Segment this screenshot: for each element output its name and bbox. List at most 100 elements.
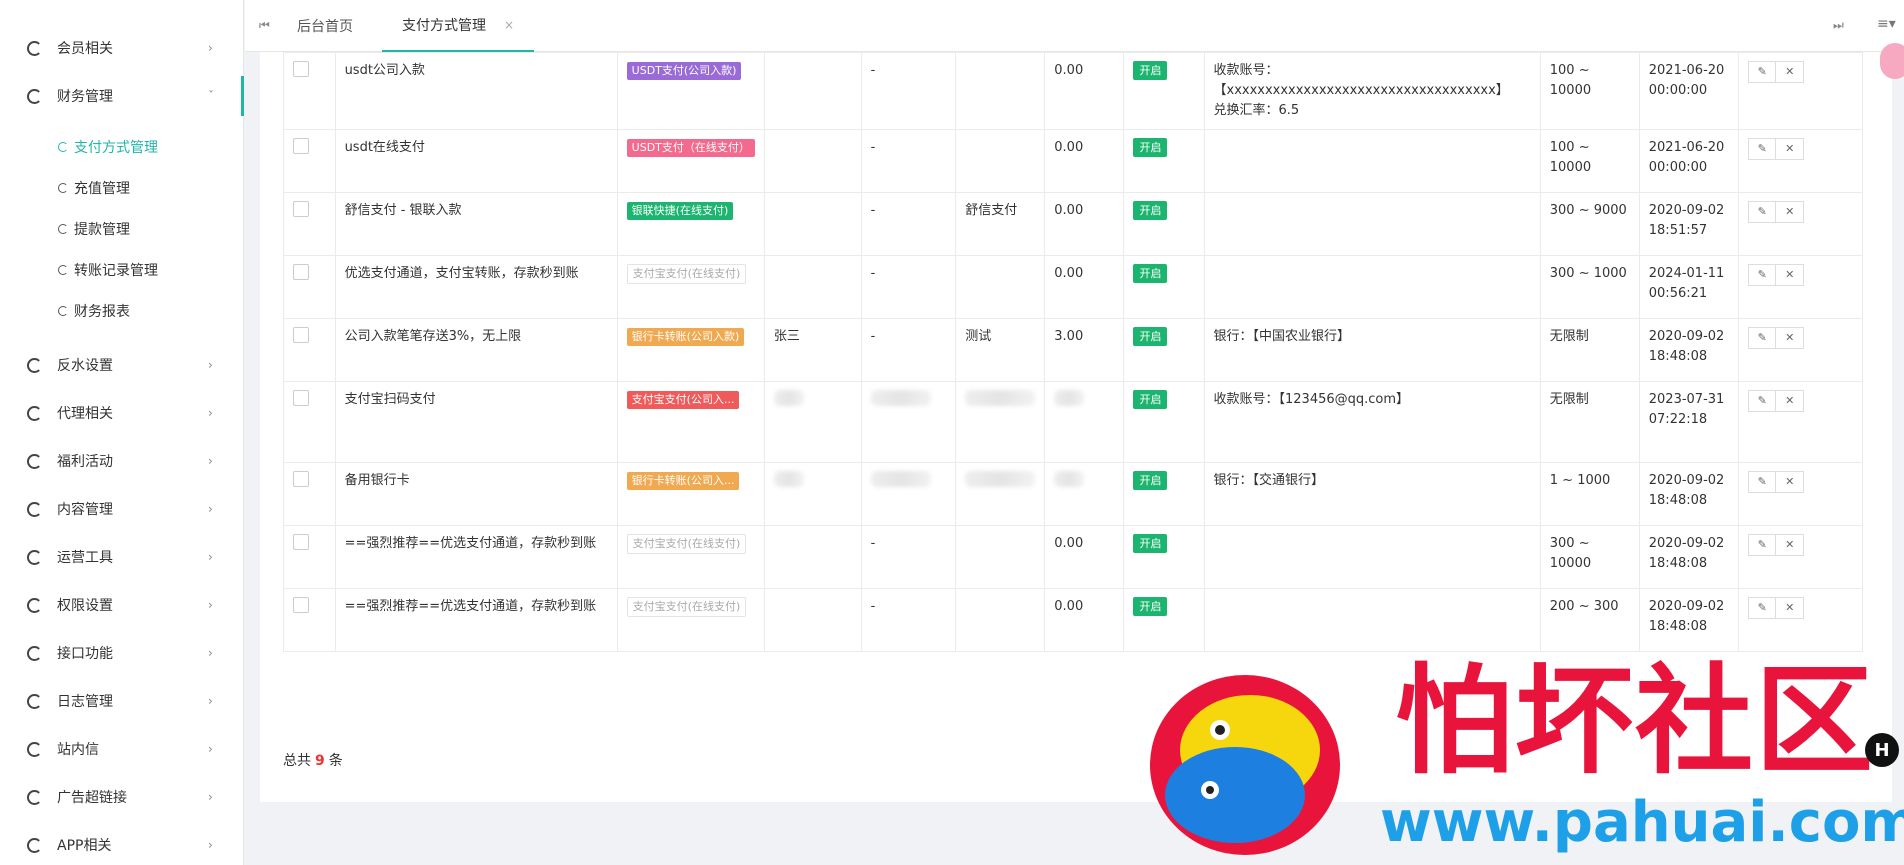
row-checkbox[interactable] — [293, 201, 309, 217]
sidebar-subitem-label: 充值管理 — [74, 181, 130, 197]
table-cell: ✎ ✕ — [1738, 52, 1863, 130]
row-actions: ✎ ✕ — [1748, 471, 1853, 493]
sidebar-subitem[interactable]: 充值管理 — [58, 173, 130, 203]
edit-button[interactable]: ✎ — [1748, 327, 1777, 349]
table-cell — [860, 381, 957, 463]
row-actions: ✎ ✕ — [1748, 534, 1853, 556]
table-cell: 2020-09-02 18:51:57 — [1638, 192, 1740, 256]
tab-menu-icon[interactable]: ≡▾ — [1877, 16, 1896, 32]
status-badge[interactable]: 开启 — [1133, 327, 1168, 346]
total-suffix: 条 — [328, 753, 343, 769]
table-row: 备用银行卡 银行卡转账(公司入... 开启 银行：【交通银行】 1 ~ 1000 2020… — [283, 462, 1863, 526]
payment-type-badge: 银联快捷(在线支付) — [626, 202, 734, 220]
sidebar-item-label: 代理相关 — [57, 406, 113, 422]
sidebar-item[interactable]: APP相关 › — [0, 825, 244, 865]
table-cell: - — [860, 192, 957, 256]
sidebar-item[interactable]: 权限设置 › — [0, 585, 244, 625]
delete-button[interactable]: ✕ — [1776, 471, 1805, 493]
sidebar-item[interactable]: 接口功能 › — [0, 633, 244, 673]
sidebar-item[interactable]: 广告超链接 › — [0, 777, 244, 817]
row-checkbox[interactable] — [293, 534, 309, 550]
row-checkbox[interactable] — [293, 390, 309, 406]
status-badge[interactable]: 开启 — [1133, 471, 1168, 490]
sidebar-item[interactable]: 内容管理 › — [0, 489, 244, 529]
table-row: 支付宝扫码支付 支付宝支付(公司入... 开启 收款账号：【123456@qq.com… — [283, 381, 1863, 463]
delete-button[interactable]: ✕ — [1776, 327, 1805, 349]
fee-rate: 0.00 — [1054, 266, 1084, 281]
status-badge[interactable]: 开启 — [1133, 597, 1168, 616]
table-cell: 开启 — [1123, 588, 1205, 652]
table-cell — [1203, 255, 1541, 319]
circle-icon — [58, 224, 68, 234]
row-checkbox[interactable] — [293, 471, 309, 487]
delete-button[interactable]: ✕ — [1776, 201, 1805, 223]
delete-button[interactable]: ✕ — [1776, 264, 1805, 286]
sidebar-subitem[interactable]: 提款管理 — [58, 214, 130, 244]
account-info-line: 收款账号：【123456@qq.com】 — [1213, 392, 1410, 407]
close-icon[interactable]: × — [504, 18, 514, 32]
table-cell — [763, 129, 862, 193]
sidebar-subitem[interactable]: 支付方式管理 — [58, 132, 158, 162]
sidebar-subitem-label: 提款管理 — [74, 222, 130, 238]
row-actions: ✎ ✕ — [1748, 201, 1853, 223]
sidebar-subitem[interactable]: 财务报表 — [58, 296, 130, 326]
row-checkbox[interactable] — [293, 138, 309, 154]
floating-action-button[interactable] — [1880, 43, 1904, 79]
table-cell: ✎ ✕ — [1738, 192, 1863, 256]
status-badge[interactable]: 开启 — [1133, 138, 1168, 157]
edit-button[interactable]: ✎ — [1748, 138, 1777, 160]
table-cell: ✎ ✕ — [1738, 255, 1863, 319]
status-badge[interactable]: 开启 — [1133, 390, 1168, 409]
sidebar-item[interactable]: 福利活动 › — [0, 441, 244, 481]
delete-button[interactable]: ✕ — [1776, 61, 1805, 83]
table-cell: 300 ~ 1000 — [1539, 255, 1640, 319]
sidebar-item[interactable]: 财务管理 ˇ — [0, 76, 244, 116]
amount-range: 无限制 — [1549, 329, 1589, 344]
delete-button[interactable]: ✕ — [1776, 138, 1805, 160]
table-cell: 银行：【交通银行】 — [1203, 462, 1541, 526]
chevron-icon: › — [208, 646, 213, 660]
sidebar-item[interactable]: 代理相关 › — [0, 393, 244, 433]
table-cell: ==强烈推荐==优选支付通道，存款秒到账 — [334, 588, 618, 652]
row-checkbox[interactable] — [293, 597, 309, 613]
first-tab-icon[interactable]: ⏮ — [259, 18, 270, 33]
sidebar-item[interactable]: 会员相关 › — [0, 28, 244, 68]
status-badge[interactable]: 开启 — [1133, 61, 1168, 80]
edit-button[interactable]: ✎ — [1748, 61, 1777, 83]
sidebar-item[interactable]: 运营工具 › — [0, 537, 244, 577]
row-checkbox[interactable] — [293, 327, 309, 343]
edit-button[interactable]: ✎ — [1748, 471, 1777, 493]
chevron-icon: › — [208, 502, 213, 516]
sidebar-item[interactable]: 站内信 › — [0, 729, 244, 769]
delete-button[interactable]: ✕ — [1776, 390, 1805, 412]
account-info: 银行：【中国农业银行】 — [1214, 327, 1531, 347]
row-checkbox[interactable] — [293, 264, 309, 280]
edit-button[interactable]: ✎ — [1748, 390, 1777, 412]
table-cell: 0.00 — [1044, 525, 1125, 589]
sidebar-subitem[interactable]: 转账记录管理 — [58, 255, 158, 285]
amount-range: 300 ~ 9000 — [1549, 203, 1627, 218]
edit-button[interactable]: ✎ — [1748, 264, 1777, 286]
tab-payment-methods[interactable]: 支付方式管理 × — [382, 0, 535, 52]
created-date: 2020-09-02 — [1648, 473, 1725, 488]
table-cell: 0.00 — [1044, 192, 1125, 256]
chevron-icon: › — [208, 406, 213, 420]
chevron-icon: ˇ — [208, 89, 214, 103]
edit-button[interactable]: ✎ — [1748, 597, 1777, 619]
sidebar-item[interactable]: 日志管理 › — [0, 681, 244, 721]
tab-dashboard[interactable]: 后台首页 — [297, 0, 353, 52]
edit-button[interactable]: ✎ — [1748, 201, 1777, 223]
status-badge[interactable]: 开启 — [1133, 264, 1168, 283]
sidebar-item[interactable]: 反水设置 › — [0, 345, 244, 385]
last-tab-icon[interactable]: ⏭ — [1833, 18, 1844, 33]
created-date: 2023-07-31 — [1648, 392, 1725, 407]
edit-button[interactable]: ✎ — [1748, 534, 1777, 556]
watermark-logo: 怕坏社区 www.pahuai.com — [1140, 655, 1904, 865]
table-cell: 300 ~ 9000 — [1539, 192, 1640, 256]
method-name: 优选支付通道，支付宝转账，存款秒到账 — [344, 266, 579, 281]
delete-button[interactable]: ✕ — [1776, 534, 1805, 556]
delete-button[interactable]: ✕ — [1776, 597, 1805, 619]
row-checkbox[interactable] — [293, 61, 309, 77]
status-badge[interactable]: 开启 — [1133, 534, 1168, 553]
status-badge[interactable]: 开启 — [1133, 201, 1168, 220]
